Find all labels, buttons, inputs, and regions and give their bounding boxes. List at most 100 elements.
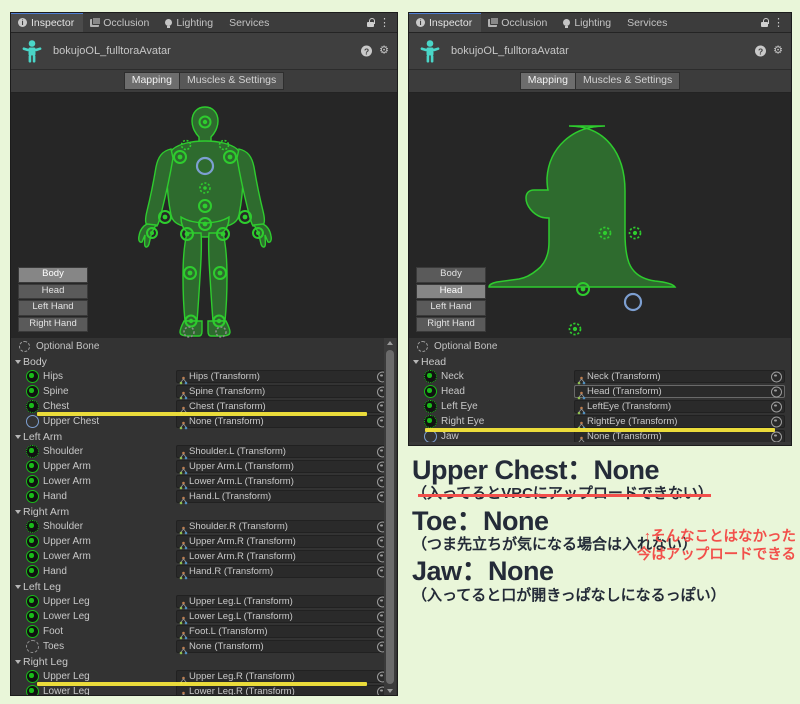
object-picker-icon[interactable] xyxy=(771,386,782,397)
bone-transform-field[interactable]: Lower Arm.R (Transform) xyxy=(176,550,391,563)
object-picker-icon[interactable] xyxy=(771,371,782,382)
bone-row[interactable]: Upper ArmUpper Arm.L (Transform) xyxy=(11,459,397,474)
bone-list-head[interactable]: Optional Bone HeadNeckNeck (Transform)He… xyxy=(409,338,791,442)
bone-transform-field[interactable]: Shoulder.L (Transform) xyxy=(176,445,391,458)
bone-transform-field[interactable]: None (Transform) xyxy=(574,430,785,442)
chevron-down-icon[interactable] xyxy=(15,360,21,364)
chevron-down-icon[interactable] xyxy=(413,360,419,364)
bone-group-header[interactable]: Body xyxy=(11,354,397,369)
bodypart-button-right-hand[interactable]: Right Hand xyxy=(416,317,486,332)
scroll-down-arrow-icon[interactable] xyxy=(387,689,393,693)
bone-list-body[interactable]: Optional Bone BodyHipsHips (Transform)Sp… xyxy=(11,338,397,696)
bone-transform-field[interactable]: Hand.R (Transform) xyxy=(176,565,391,578)
object-picker-icon[interactable] xyxy=(771,431,782,442)
tab-mapping[interactable]: Mapping xyxy=(520,72,576,90)
tab-occlusion[interactable]: Occlusion xyxy=(481,13,556,32)
kebab-menu-icon[interactable]: ⋮ xyxy=(773,19,784,27)
help-icon[interactable]: ? xyxy=(361,46,372,57)
bone-transform-field[interactable]: Foot.L (Transform) xyxy=(176,625,391,638)
lock-icon[interactable] xyxy=(761,18,768,27)
bone-transform-field[interactable]: Upper Arm.R (Transform) xyxy=(176,535,391,548)
bone-row[interactable]: Lower LegLower Leg.L (Transform) xyxy=(11,609,397,624)
bone-transform-field[interactable]: Chest (Transform) xyxy=(176,400,391,413)
bone-transform-field[interactable]: Head (Transform) xyxy=(574,385,785,398)
bone-row[interactable]: Lower LegLower Leg.R (Transform) xyxy=(11,684,397,696)
gear-icon[interactable]: ⚙ xyxy=(773,46,783,57)
lock-icon[interactable] xyxy=(367,18,374,27)
bone-group-header[interactable]: Left Leg xyxy=(11,579,397,594)
avatar-viewport-head[interactable]: Body Head Left Hand Right Hand xyxy=(409,93,791,338)
chevron-down-icon[interactable] xyxy=(15,510,21,514)
bone-row[interactable]: Lower ArmLower Arm.L (Transform) xyxy=(11,474,397,489)
bone-row[interactable]: FootFoot.L (Transform) xyxy=(11,624,397,639)
bodypart-button-left-hand[interactable]: Left Hand xyxy=(416,300,486,315)
bone-transform-field[interactable]: Spine (Transform) xyxy=(176,385,391,398)
bone-row[interactable]: ChestChest (Transform) xyxy=(11,399,397,414)
bone-transform-field[interactable]: None (Transform) xyxy=(176,415,391,428)
tab-occlusion[interactable]: Occlusion xyxy=(83,13,158,32)
bone-group-header[interactable]: Right Leg xyxy=(11,654,397,669)
tab-services[interactable]: Services xyxy=(620,13,676,32)
tab-inspector[interactable]: i Inspector xyxy=(11,13,83,32)
kebab-menu-icon[interactable]: ⋮ xyxy=(379,19,390,27)
tab-lighting[interactable]: Lighting xyxy=(158,13,222,32)
bone-transform-field[interactable]: Upper Leg.R (Transform) xyxy=(176,670,391,683)
object-picker-icon[interactable] xyxy=(771,416,782,427)
bone-row[interactable]: Left EyeLeftEye (Transform) xyxy=(409,399,791,414)
bone-row[interactable]: HandHand.R (Transform) xyxy=(11,564,397,579)
bodypart-button-head[interactable]: Head xyxy=(416,284,486,299)
bone-transform-field[interactable]: LeftEye (Transform) xyxy=(574,400,785,413)
chevron-down-icon[interactable] xyxy=(15,585,21,589)
bone-row[interactable]: Upper LegUpper Leg.L (Transform) xyxy=(11,594,397,609)
bone-group-header[interactable]: Right Arm xyxy=(11,504,397,519)
bodypart-button-left-hand[interactable]: Left Hand xyxy=(18,300,88,315)
bodypart-button-body[interactable]: Body xyxy=(18,267,88,282)
gear-icon[interactable]: ⚙ xyxy=(379,46,389,57)
scroll-up-arrow-icon[interactable] xyxy=(387,341,393,345)
bone-transform-field[interactable]: Upper Arm.L (Transform) xyxy=(176,460,391,473)
bone-row[interactable]: ToesNone (Transform) xyxy=(11,639,397,654)
bodypart-button-right-hand[interactable]: Right Hand xyxy=(18,317,88,332)
bone-row[interactable]: ShoulderShoulder.R (Transform) xyxy=(11,519,397,534)
bone-row[interactable]: Upper ArmUpper Arm.R (Transform) xyxy=(11,534,397,549)
bone-row[interactable]: JawNone (Transform) xyxy=(409,429,791,442)
bone-transform-field[interactable]: Shoulder.R (Transform) xyxy=(176,520,391,533)
bone-list-scrollbar-left[interactable] xyxy=(384,338,396,696)
tab-services[interactable]: Services xyxy=(222,13,278,32)
bone-transform-field[interactable]: Upper Leg.L (Transform) xyxy=(176,595,391,608)
bone-transform-field[interactable]: Lower Leg.L (Transform) xyxy=(176,610,391,623)
tab-mapping[interactable]: Mapping xyxy=(124,72,180,90)
optional-bone-row[interactable]: Optional Bone xyxy=(11,338,397,354)
bone-transform-field[interactable]: None (Transform) xyxy=(176,640,391,653)
bone-row[interactable]: Upper LegUpper Leg.R (Transform) xyxy=(11,669,397,684)
bone-row[interactable]: HipsHips (Transform) xyxy=(11,369,397,384)
bone-transform-field[interactable]: Hips (Transform) xyxy=(176,370,391,383)
tab-muscles-settings[interactable]: Muscles & Settings xyxy=(576,72,680,90)
help-icon[interactable]: ? xyxy=(755,46,766,57)
scrollbar-thumb[interactable] xyxy=(386,350,394,684)
tab-muscles-settings[interactable]: Muscles & Settings xyxy=(180,72,284,90)
bone-row[interactable]: Right EyeRightEye (Transform) xyxy=(409,414,791,429)
optional-bone-row[interactable]: Optional Bone xyxy=(409,338,791,354)
bone-row[interactable]: Upper ChestNone (Transform) xyxy=(11,414,397,429)
bone-row[interactable]: ShoulderShoulder.L (Transform) xyxy=(11,444,397,459)
chevron-down-icon[interactable] xyxy=(15,435,21,439)
bodypart-button-body[interactable]: Body xyxy=(416,267,486,282)
object-picker-icon[interactable] xyxy=(771,401,782,412)
bone-row[interactable]: HandHand.L (Transform) xyxy=(11,489,397,504)
bone-row[interactable]: NeckNeck (Transform) xyxy=(409,369,791,384)
bone-transform-field[interactable]: Lower Leg.R (Transform) xyxy=(176,685,391,696)
bone-transform-field[interactable]: Hand.L (Transform) xyxy=(176,490,391,503)
bone-row[interactable]: HeadHead (Transform) xyxy=(409,384,791,399)
tab-inspector[interactable]: i Inspector xyxy=(409,13,481,32)
bone-group-header[interactable]: Left Arm xyxy=(11,429,397,444)
bone-transform-field[interactable]: RightEye (Transform) xyxy=(574,415,785,428)
bone-transform-field[interactable]: Lower Arm.L (Transform) xyxy=(176,475,391,488)
avatar-viewport-body[interactable]: Body Head Left Hand Right Hand xyxy=(11,93,397,338)
tab-lighting[interactable]: Lighting xyxy=(556,13,620,32)
bone-row[interactable]: SpineSpine (Transform) xyxy=(11,384,397,399)
bone-group-header[interactable]: Head xyxy=(409,354,791,369)
bone-transform-field[interactable]: Neck (Transform) xyxy=(574,370,785,383)
bone-row[interactable]: Lower ArmLower Arm.R (Transform) xyxy=(11,549,397,564)
chevron-down-icon[interactable] xyxy=(15,660,21,664)
